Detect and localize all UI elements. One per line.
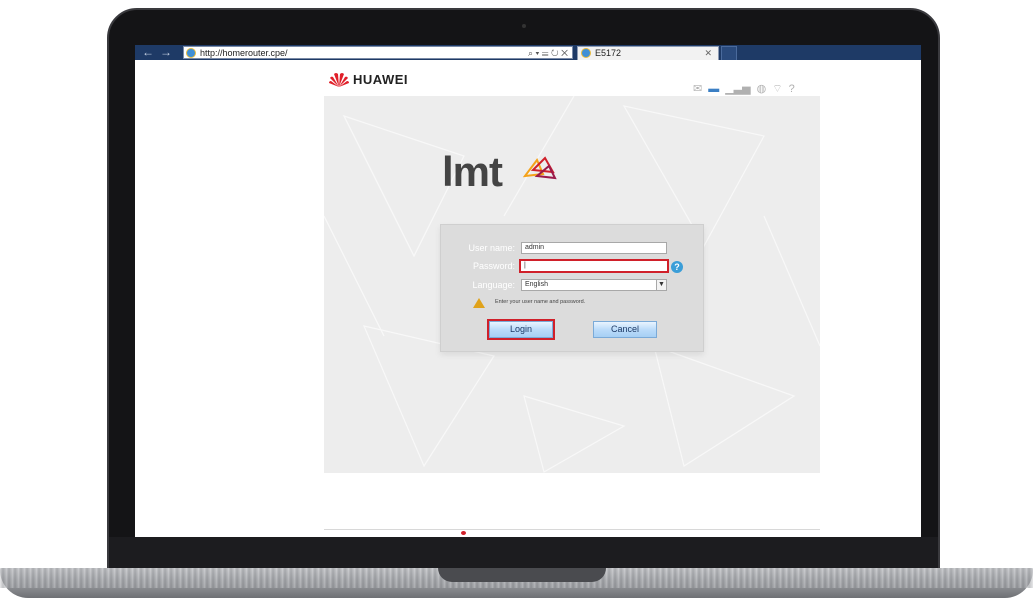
ie-tab-icon bbox=[581, 48, 591, 58]
back-arrow-icon[interactable]: ← bbox=[141, 46, 155, 59]
login-hint: Enter your user name and password. bbox=[495, 299, 586, 305]
language-select[interactable]: English ▼ bbox=[521, 279, 667, 291]
laptop-lid-notch bbox=[438, 568, 606, 582]
webcam bbox=[522, 24, 526, 28]
envelope-icon[interactable]: ✉ bbox=[693, 82, 702, 96]
help-circle-icon[interactable]: ? bbox=[789, 82, 795, 96]
huawei-logo-icon bbox=[329, 73, 349, 87]
language-label: Language: bbox=[472, 280, 515, 290]
browser-toolbar: ← → http://homerouter.cpe/ ⌕ ▾ ☰ ↻ ✕ E51… bbox=[135, 45, 921, 60]
laptop-bezel-chin bbox=[109, 537, 938, 571]
cancel-button[interactable]: Cancel bbox=[593, 321, 657, 338]
lmt-logo-text: lmt bbox=[442, 148, 503, 195]
wifi-icon: ⌔ bbox=[772, 83, 783, 95]
ie-browser-icon bbox=[186, 48, 196, 58]
password-label: Password: bbox=[472, 261, 515, 271]
huawei-brand: HUAWEI bbox=[353, 72, 408, 87]
screen: ← → http://homerouter.cpe/ ⌕ ▾ ☰ ↻ ✕ E51… bbox=[135, 45, 921, 537]
address-tools[interactable]: ⌕ ▾ ☰ ↻ ✕ bbox=[528, 47, 568, 59]
tab-e5172[interactable]: E5172 ✕ bbox=[577, 46, 719, 60]
login-button[interactable]: Login bbox=[489, 321, 553, 338]
login-panel: User name: admin Password: | ? Language:… bbox=[440, 224, 704, 352]
address-url: http://homerouter.cpe/ bbox=[200, 48, 288, 58]
laptop-frame: ← → http://homerouter.cpe/ ⌕ ▾ ☰ ↻ ✕ E51… bbox=[0, 0, 1033, 600]
tab-close-icon[interactable]: ✕ bbox=[704, 47, 712, 60]
warning-icon bbox=[473, 298, 485, 308]
footer-divider bbox=[324, 529, 820, 530]
signal-icon: ▁▃▅ bbox=[725, 83, 751, 95]
language-value: English bbox=[525, 281, 548, 288]
globe-icon: ◍ bbox=[756, 83, 767, 95]
login-content-area: lmt User name: admin Password: | ? Langu… bbox=[324, 96, 820, 473]
forward-arrow-icon[interactable]: → bbox=[159, 46, 173, 59]
address-bar[interactable]: http://homerouter.cpe/ ⌕ ▾ ☰ ↻ ✕ bbox=[183, 46, 573, 59]
lmt-logo-mark-icon bbox=[523, 156, 557, 180]
footer-logo-icon bbox=[461, 531, 466, 535]
router-login-page: HUAWEI ✉ ▬ ▁▃▅ ◍ ⌔ ? lmt User name: admi… bbox=[135, 60, 921, 537]
tab-title: E5172 bbox=[595, 48, 622, 58]
username-field[interactable]: admin bbox=[521, 242, 667, 254]
sim-icon: ▬ bbox=[708, 83, 720, 95]
password-field[interactable]: | bbox=[519, 259, 669, 273]
status-icons: ✉ ▬ ▁▃▅ ◍ ⌔ ? bbox=[693, 82, 823, 96]
chevron-down-icon[interactable]: ▼ bbox=[656, 280, 666, 290]
new-tab-button[interactable] bbox=[721, 46, 737, 60]
help-icon[interactable]: ? bbox=[671, 261, 683, 273]
username-label: User name: bbox=[468, 243, 515, 253]
